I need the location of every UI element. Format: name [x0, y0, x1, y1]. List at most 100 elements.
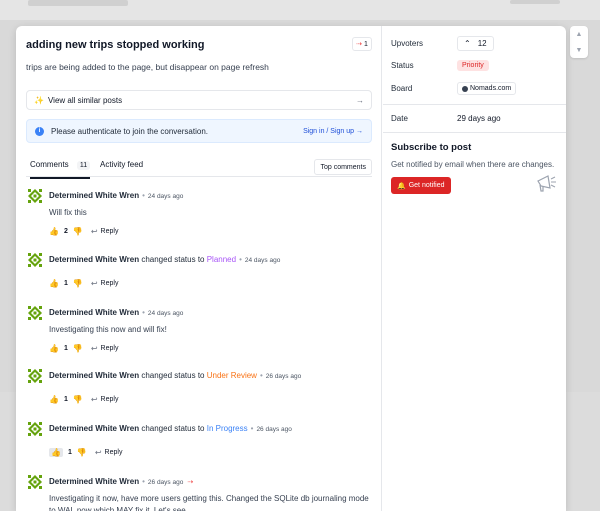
comment-header: Determined White Wren changed status to … — [49, 255, 281, 264]
reply-label: Reply — [104, 448, 123, 456]
avatar — [28, 306, 42, 320]
comment-author: Determined White Wren — [49, 424, 140, 433]
status-change-verb: changed status to — [141, 255, 205, 264]
bell-icon: 🔔 — [397, 182, 406, 190]
sort-comments-button[interactable]: Top comments — [314, 159, 372, 175]
comment-actions: 👍 2 👎 ↩ Reply — [49, 225, 118, 237]
thumbs-down-icon[interactable]: 👎 — [73, 279, 83, 288]
reply-icon: ↩ — [94, 447, 102, 457]
date-row: Date 29 days ago — [391, 114, 561, 123]
reply-button[interactable]: ↩ Reply — [91, 279, 119, 288]
comment-header: Determined White Wren changed status to … — [49, 424, 292, 433]
comment-actions: 👍 1 👎 ↩ Reply — [49, 446, 122, 458]
board-badge[interactable]: Nomads.com — [457, 82, 517, 95]
reply-label: Reply — [100, 395, 119, 403]
backdrop-logo — [28, 0, 128, 6]
avatar — [28, 475, 42, 489]
vote-count: 1 — [67, 448, 72, 456]
comment-actions: 👍 1 👎 ↩ Reply — [49, 277, 118, 289]
upvoters-label: Upvoters — [391, 39, 424, 48]
avatar — [28, 253, 42, 267]
subscribe-title: Subscribe to post — [391, 142, 472, 153]
chevron-up-icon: ⌃ — [464, 39, 471, 48]
comment-time: 24 days ago — [147, 193, 184, 200]
post-description: trips are being added to the page, but d… — [26, 62, 269, 72]
post-title: adding new trips stopped working — [26, 39, 205, 51]
reply-button[interactable]: ↩ Reply — [95, 448, 123, 457]
reply-button[interactable]: ↩ Reply — [91, 344, 119, 353]
sign-in-link[interactable]: Sign in / Sign up → — [303, 128, 363, 135]
tab-comments-label: Comments — [30, 160, 69, 169]
board-label: Board — [391, 84, 413, 93]
thumbs-up-icon[interactable]: 👍 — [49, 447, 63, 457]
backdrop-nav — [510, 0, 560, 4]
comment-time: 24 days ago — [244, 257, 281, 264]
share-button[interactable]: ⇢ 1 — [352, 37, 372, 51]
thumbs-up-icon[interactable]: 👍 — [49, 344, 59, 353]
upvoters-row: Upvoters ⌃ 12 — [391, 36, 561, 51]
get-notified-button[interactable]: 🔔 Get notified — [391, 177, 451, 194]
comment-header: Determined White Wren • 24 days ago — [49, 308, 184, 317]
reply-icon: ↩ — [90, 343, 98, 353]
comment-author: Determined White Wren — [49, 191, 140, 200]
post-modal: adding new trips stopped working ⇢ 1 tri… — [16, 26, 566, 511]
comment-actions: 👍 1 👎 ↩ Reply — [49, 393, 118, 405]
reply-button[interactable]: ↩ Reply — [91, 227, 119, 236]
chevron-down-icon[interactable]: ▼ — [576, 47, 583, 54]
thumbs-down-icon[interactable]: 👎 — [73, 344, 83, 353]
status-under-review: Under Review — [206, 371, 257, 380]
thumbs-up-icon[interactable]: 👍 — [49, 227, 59, 236]
megaphone-icon — [535, 172, 559, 194]
comment-author: Determined White Wren — [49, 308, 140, 317]
share-icon: ⇢ — [356, 41, 362, 48]
comment-time: 24 days ago — [147, 310, 184, 317]
comment-actions: 👍 1 👎 ↩ Reply — [49, 342, 118, 354]
post-navigator: ▲ ▼ — [570, 26, 588, 58]
comment-body: Investigating it now, have more users ge… — [49, 494, 369, 511]
subscribe-description: Get notified by email when there are cha… — [391, 160, 555, 169]
board-name: Nomads.com — [470, 85, 512, 92]
comment-body: Will fix this — [49, 208, 87, 217]
status-in-progress: In Progress — [206, 424, 248, 433]
comment-header: Determined White Wren • 26 days ago ⇢ — [49, 477, 194, 486]
upvote-button[interactable]: ⌃ 12 — [457, 36, 494, 51]
vote-count: 1 — [63, 395, 68, 403]
comment-author: Determined White Wren — [49, 255, 140, 264]
vote-count: 1 — [63, 344, 68, 352]
reply-button[interactable]: ↩ Reply — [91, 395, 119, 404]
status-change-verb: changed status to — [141, 424, 205, 433]
reply-icon: ↩ — [90, 226, 98, 236]
comment-body: Investigating this now and will fix! — [49, 325, 167, 334]
thumbs-up-icon[interactable]: 👍 — [49, 395, 59, 404]
info-icon: i — [35, 126, 44, 136]
get-notified-label: Get notified — [408, 182, 445, 189]
comment-header: Determined White Wren changed status to … — [49, 371, 302, 380]
similar-posts-button[interactable]: ✨ View all similar posts → — [26, 90, 372, 110]
upvoters-count: 12 — [477, 39, 487, 48]
thumbs-down-icon[interactable]: 👎 — [73, 395, 83, 404]
status-badge: Priority — [457, 60, 489, 71]
similar-posts-label: View all similar posts — [47, 95, 123, 105]
status-change-verb: changed status to — [141, 371, 205, 380]
reply-label: Reply — [100, 227, 119, 235]
vote-count: 1 — [63, 279, 68, 287]
status-row: Status Priority — [391, 60, 561, 71]
chevron-up-icon[interactable]: ▲ — [576, 31, 583, 38]
reply-label: Reply — [100, 344, 119, 352]
share-icon[interactable]: ⇢ — [187, 479, 193, 486]
thumbs-down-icon[interactable]: 👎 — [77, 448, 87, 457]
arrow-right-icon: → — [356, 95, 364, 105]
thumbs-down-icon[interactable]: 👎 — [73, 227, 83, 236]
date-label: Date — [391, 114, 408, 123]
tab-activity-feed[interactable]: Activity feed — [100, 160, 143, 169]
divider — [383, 132, 566, 133]
tab-comments[interactable]: Comments 11 — [30, 160, 91, 179]
backdrop-header — [0, 0, 600, 20]
thumbs-up-icon[interactable]: 👍 — [49, 279, 59, 288]
comment-author: Determined White Wren — [49, 371, 140, 380]
reply-label: Reply — [100, 279, 119, 287]
comment-time: 26 days ago — [256, 426, 292, 433]
vote-count: 2 — [63, 227, 68, 235]
comment-author: Determined White Wren — [49, 477, 140, 486]
post-main: adding new trips stopped working ⇢ 1 tri… — [16, 26, 382, 511]
